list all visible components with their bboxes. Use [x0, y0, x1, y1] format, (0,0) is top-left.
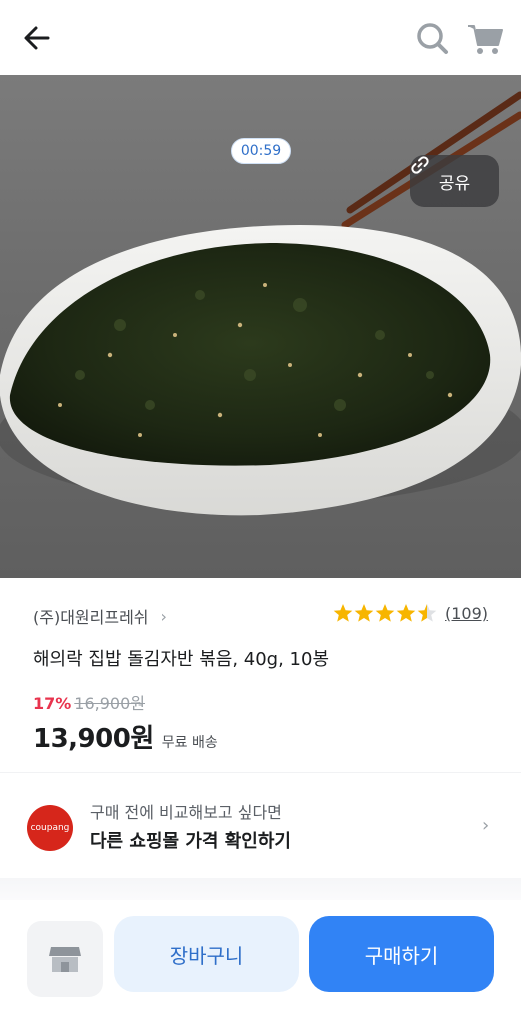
- shipping-info: 무료 배송: [161, 735, 218, 751]
- coupang-logo: coupang: [27, 805, 73, 851]
- bottom-action-bar: 장바구니 구매하기: [0, 900, 521, 1024]
- add-to-cart-button[interactable]: 장바구니: [114, 916, 299, 992]
- rating[interactable]: (109): [333, 602, 488, 624]
- seller-name: (주)대원리프레쉬: [33, 608, 149, 627]
- share-label: 공유: [438, 173, 471, 194]
- buy-now-button[interactable]: 구매하기: [309, 916, 494, 992]
- compare-title: 다른 쇼핑몰 가격 확인하기: [90, 831, 291, 852]
- arrow-left-icon: [24, 26, 50, 50]
- compare-subtitle: 구매 전에 비교해보고 싶다면: [90, 803, 282, 822]
- seller-link[interactable]: (주)대원리프레쉬 ›: [33, 604, 167, 628]
- discount-rate: 17%: [33, 694, 72, 713]
- cart-button[interactable]: [464, 18, 506, 58]
- discount-row: 17% 16,900원: [33, 690, 145, 714]
- back-button[interactable]: [18, 18, 58, 58]
- share-button[interactable]: 공유: [410, 155, 499, 207]
- divider: [0, 772, 521, 773]
- review-count: (109): [445, 603, 489, 623]
- search-icon: [417, 23, 448, 54]
- link-icon: [411, 156, 429, 174]
- section-divider: [0, 878, 521, 900]
- top-bar: [0, 0, 521, 75]
- store-icon: [49, 947, 81, 972]
- timer-badge: 00:59: [231, 138, 291, 164]
- original-price: 16,900원: [74, 694, 146, 713]
- product-image[interactable]: 00:59 공유: [0, 75, 521, 578]
- product-title: 해의락 집밥 돌김자반 볶음, 40g, 10봉: [33, 649, 330, 670]
- store-button[interactable]: [27, 921, 103, 997]
- sale-price: 13,900원: [33, 724, 154, 754]
- chevron-right-icon: ›: [160, 606, 167, 626]
- star-rating-icon: [333, 604, 437, 622]
- compare-prices-banner[interactable]: coupang 구매 전에 비교해보고 싶다면 다른 쇼핑몰 가격 확인하기 ›: [0, 785, 521, 870]
- search-button[interactable]: [412, 18, 452, 58]
- cart-icon: [468, 25, 503, 54]
- chevron-right-icon: ›: [482, 815, 490, 836]
- price-row: 13,900원 무료 배송: [33, 718, 218, 755]
